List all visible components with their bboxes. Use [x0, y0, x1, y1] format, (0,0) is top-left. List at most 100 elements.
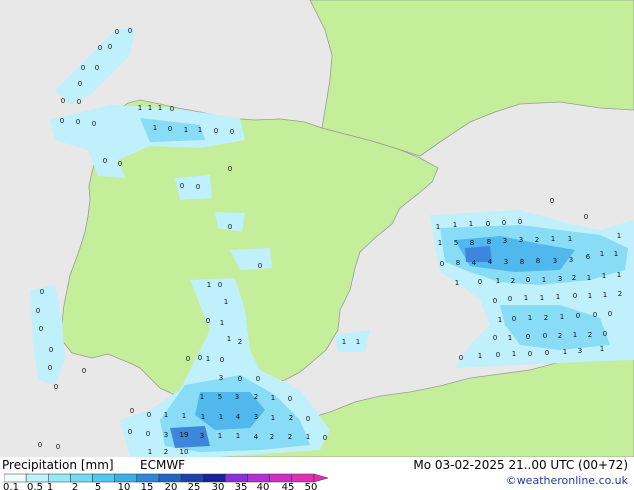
scale-swatch	[225, 473, 248, 483]
scale-swatch	[4, 473, 27, 483]
precip-value-label: 1	[600, 250, 604, 258]
precip-value-label: 0	[76, 118, 80, 126]
precip-value-label: 3	[200, 432, 204, 440]
precip-value-label: 3	[164, 431, 168, 439]
precip-value-label: 0	[61, 97, 65, 105]
scale-tick-label: 40	[256, 482, 270, 490]
precip-value-label: 10	[180, 448, 189, 456]
precip-value-label: 0	[214, 127, 218, 135]
precip-value-label: 1	[158, 104, 162, 112]
precip-value-label: 0	[118, 160, 122, 168]
precip-value-label: 3	[235, 393, 239, 401]
precip-value-label: 0	[39, 325, 43, 333]
credit-link[interactable]: ©weatheronline.co.uk	[506, 474, 628, 487]
precip-value-label: 0	[459, 354, 463, 362]
precip-value-label: 1	[153, 124, 157, 132]
precip-value-label: 3	[519, 236, 523, 244]
precip-value-label: 0	[512, 315, 516, 323]
precip-value-label: 1	[478, 352, 482, 360]
precip-value-label: 2	[289, 414, 293, 422]
precip-value-label: 0	[228, 223, 232, 231]
precip-value-label: 0	[496, 351, 500, 359]
scale-swatch	[158, 473, 182, 483]
precip-value-label: 0	[440, 260, 444, 268]
precip-value-label: 0	[306, 415, 310, 423]
precip-value-label: 0	[77, 98, 81, 106]
precip-value-label: 1	[603, 291, 607, 299]
precip-value-label: 2	[544, 314, 548, 322]
precip-value-label: 1	[453, 221, 457, 229]
precip-value-label: 0	[186, 355, 190, 363]
precip-value-label: 1	[236, 432, 240, 440]
precip-value-label: 8	[470, 239, 474, 247]
precip-value-label: 1	[220, 319, 224, 327]
scale-swatch	[114, 473, 138, 483]
precip-value-label: 1	[602, 272, 606, 280]
precip-value-label: 0	[220, 356, 224, 364]
precip-value-label: 0	[526, 333, 530, 341]
weather-map-panel: 0000000000001110101100000000010101210010…	[0, 0, 634, 490]
precip-value-label: 0	[146, 430, 150, 438]
precip-value-label: 1	[556, 293, 560, 301]
precip-value-label: 0	[528, 350, 532, 358]
precip-value-label: 1	[148, 104, 152, 112]
precip-value-label: 4	[488, 258, 493, 266]
precip-value-label: 1	[600, 345, 604, 353]
precip-value-label: 0	[38, 441, 42, 449]
precip-value-label: 5	[454, 239, 458, 247]
precip-value-label: 8	[456, 259, 460, 267]
precip-value-label: 0	[92, 120, 96, 128]
precip-value-label: 3	[503, 237, 507, 245]
precip-value-label: 0	[81, 64, 85, 72]
precip-value-label: 0	[288, 395, 292, 403]
precip-value-label: 1	[438, 239, 442, 247]
precip-value-label: 1	[138, 104, 142, 112]
precip-value-label: 1	[617, 271, 621, 279]
precip-value-label: 1	[587, 274, 591, 282]
precip-value-label: 1	[588, 292, 592, 300]
scale-tick-label: 20	[164, 482, 178, 490]
precip-value-label: 1	[219, 413, 223, 421]
precip-value-label: 0	[502, 219, 506, 227]
precip-value-label: 1	[524, 294, 528, 302]
precip-value-label: 0	[170, 105, 174, 113]
precip-value-label: 1	[207, 281, 211, 289]
precip-value-label: 1	[184, 126, 188, 134]
precip-value-label: 0	[584, 213, 588, 221]
precip-value-label: 1	[455, 279, 459, 287]
precip-value-label: 3	[219, 374, 223, 382]
scale-tick-label: 15	[140, 482, 154, 490]
precip-value-label: 0	[108, 43, 112, 51]
scale-swatch	[269, 473, 293, 483]
precip-value-label: 1	[551, 235, 555, 243]
scale-arrow	[313, 473, 329, 483]
precip-value-label: 0	[95, 64, 99, 72]
precip-value-label: 0	[608, 310, 612, 318]
precip-value-label: 1	[528, 314, 532, 322]
precip-value-label: 0	[48, 364, 52, 372]
precip-value-label: 0	[60, 117, 64, 125]
scale-swatch	[291, 473, 315, 483]
scale-swatch	[25, 473, 49, 483]
precip-value-label: 0	[478, 278, 482, 286]
precip-value-label: 0	[206, 317, 210, 325]
precip-value-label: 1	[164, 411, 168, 419]
scale-tick-label: 50	[304, 482, 318, 490]
scale-tick-label: 5	[94, 482, 102, 490]
precip-value-label: 0	[168, 125, 172, 133]
precip-value-label: 4	[472, 259, 477, 267]
scale-tick-label: 30	[211, 482, 225, 490]
precip-value-label: 1	[224, 298, 228, 306]
precip-value-label: 1	[218, 432, 222, 440]
precip-value-label: 3	[504, 258, 508, 266]
precip-value-label: 2	[618, 290, 622, 298]
scale-tick-label: 0.1	[3, 482, 19, 490]
precip-value-label: 3	[558, 275, 562, 283]
precip-value-label: 1	[182, 412, 186, 420]
scale-tick-label: 45	[281, 482, 295, 490]
precip-value-label: 2	[238, 338, 242, 346]
precip-value-label: 0	[543, 332, 547, 340]
precip-value-label: 1	[563, 348, 567, 356]
precip-value-label: 0	[526, 276, 530, 284]
scale-tick-label: 0.5	[27, 482, 43, 490]
